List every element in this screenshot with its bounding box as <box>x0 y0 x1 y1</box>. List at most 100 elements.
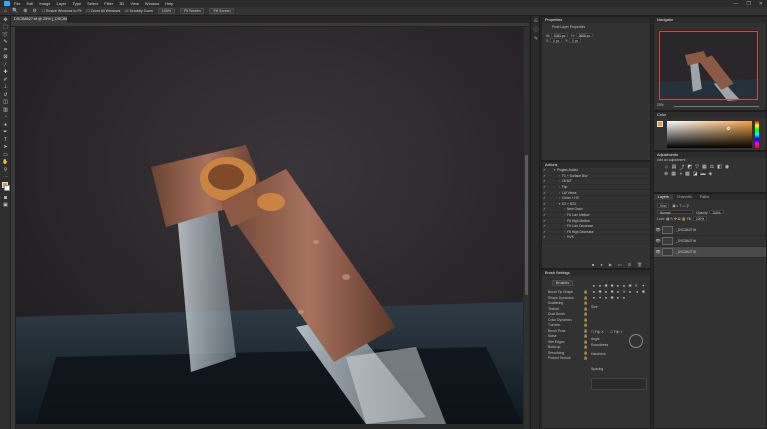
menu-3d[interactable]: 3D <box>119 1 124 6</box>
restore-icon[interactable]: ❐ <box>746 1 750 7</box>
hue-slider[interactable] <box>755 121 759 148</box>
resize-windows-checkbox[interactable]: ☐ Resize Windows to Fit <box>42 9 82 13</box>
action-enabled-check-icon[interactable]: ✓ <box>542 213 547 217</box>
play-icon[interactable]: ▶ <box>609 262 612 267</box>
action-enabled-check-icon[interactable]: ✓ <box>542 191 547 195</box>
layer-kind-filter[interactable]: Kind <box>657 203 670 208</box>
brush-option-item[interactable]: Protect Texture 🔒 <box>548 356 588 362</box>
zoom-tool-icon-left[interactable]: ⚲ <box>0 166 11 174</box>
color-lookup-icon[interactable]: ▦ <box>671 171 676 177</box>
frame-tool-icon[interactable]: ⊠ <box>0 54 11 62</box>
layer-name[interactable]: _DSC8627.tif <box>676 239 696 243</box>
selective-color-icon[interactable]: ◈ <box>708 171 712 177</box>
exposure-icon[interactable]: ◩ <box>687 164 692 171</box>
vibrance-icon[interactable]: ▽ <box>695 164 699 171</box>
new-action-icon[interactable]: ⊞ <box>628 262 631 267</box>
history-brush-tool-icon[interactable]: ↺ <box>0 91 11 99</box>
zoom-tool-icon[interactable]: 🔍 <box>12 8 18 14</box>
canvas-scroll-thumb[interactable] <box>525 155 528 295</box>
menu-edit[interactable]: Edit <box>26 1 33 6</box>
color-picker-marker[interactable] <box>727 127 730 130</box>
brush-tip[interactable]: ● <box>627 288 633 294</box>
navigator-view-box[interactable] <box>659 31 758 100</box>
visibility-eye-icon[interactable]: 👁 <box>654 249 662 254</box>
threshold-icon[interactable]: ◪ <box>693 171 698 177</box>
action-enabled-check-icon[interactable]: ✓ <box>542 207 547 211</box>
action-enabled-check-icon[interactable]: ✓ <box>542 202 547 206</box>
rectangle-tool-icon[interactable]: ▭ <box>0 151 11 159</box>
scrubby-zoom-checkbox[interactable]: ☑ Scrubby Zoom <box>125 9 153 13</box>
photo-filter-icon[interactable]: ◉ <box>725 164 729 171</box>
menu-view[interactable]: View <box>130 1 139 6</box>
brush-panel-icon[interactable]: ✎ <box>531 34 541 43</box>
angle-dial[interactable] <box>629 334 643 348</box>
layer-row[interactable]: 👁 _DSC8627.tif <box>654 236 766 247</box>
stop-icon[interactable]: ■ <box>592 262 594 267</box>
hue-saturation-icon[interactable]: ▦ <box>702 164 707 171</box>
color-balance-icon[interactable]: ⚖ <box>710 164 714 171</box>
zoom-in-icon[interactable]: ⊕ <box>23 8 27 14</box>
color-foreground-swatch[interactable] <box>657 121 663 127</box>
clone-stamp-tool-icon[interactable]: ⊥ <box>0 84 11 92</box>
brush-tip[interactable]: ● <box>621 294 627 300</box>
type-tool-icon[interactable]: T <box>0 136 11 144</box>
menu-filter[interactable]: Filter <box>104 1 113 6</box>
crop-tool-icon[interactable]: ⌗ <box>0 46 11 54</box>
dodge-tool-icon[interactable]: ● <box>0 121 11 129</box>
eraser-tool-icon[interactable]: ◫ <box>0 99 11 107</box>
action-enabled-check-icon[interactable]: ✓ <box>542 179 547 183</box>
flip-x-checkbox[interactable]: ☐ Flip X <box>591 330 604 336</box>
action-enabled-check-icon[interactable]: ✓ <box>542 230 547 234</box>
color-spectrum-field[interactable] <box>667 121 752 148</box>
y-field[interactable]: 0 px <box>569 38 582 43</box>
lasso-tool-icon[interactable]: ➰ <box>0 31 11 39</box>
background-color-swatch[interactable] <box>4 185 10 191</box>
action-enabled-check-icon[interactable]: ✓ <box>542 224 547 228</box>
minimize-icon[interactable]: — <box>733 1 738 7</box>
black-white-icon[interactable]: ◧ <box>717 164 722 171</box>
new-set-icon[interactable]: ▭ <box>618 262 622 267</box>
blend-mode-select[interactable]: Normal <box>657 209 693 215</box>
action-enabled-check-icon[interactable]: ✓ <box>542 219 547 223</box>
hand-tool-icon[interactable]: ✋ <box>0 159 11 167</box>
menu-image[interactable]: Image <box>39 1 50 6</box>
zoom-all-checkbox[interactable]: ☐ Zoom All Windows <box>86 9 120 13</box>
fit-screen-button[interactable]: Fit Screen <box>180 8 205 14</box>
action-row[interactable]: ✓ › HVK <box>542 235 650 241</box>
layer-row[interactable]: 👁 _DSC8627.tif <box>654 246 766 258</box>
action-enabled-check-icon[interactable]: ✓ <box>542 196 547 200</box>
document-tab[interactable]: DSCB8627.tif @ 25% (_DSC8627.tif, RGB/16… <box>11 16 67 23</box>
tab-layers[interactable]: Layers <box>654 194 673 200</box>
brush-tip[interactable]: ✱ <box>640 288 646 294</box>
action-enabled-check-icon[interactable]: ✓ <box>542 168 547 172</box>
lock-icons[interactable]: ▦ ✎ ✥ ⊠ 🔒 <box>666 217 687 221</box>
brushes-button[interactable]: Brushes <box>552 280 574 286</box>
curves-icon[interactable]: ⤴ <box>679 164 684 171</box>
zoom-out-icon[interactable]: ⊖ <box>32 8 36 14</box>
layer-row[interactable]: 👁 _DSC8627.tif <box>654 225 766 236</box>
move-tool-icon[interactable]: ✥ <box>0 16 11 24</box>
screen-mode-icon[interactable]: ▣ <box>0 202 11 210</box>
quick-mask-icon[interactable]: ◙ <box>0 194 11 202</box>
history-panel-icon[interactable]: ⎌ <box>531 16 541 25</box>
layer-name[interactable]: _DSC8627.tif <box>676 228 696 232</box>
document-canvas[interactable] <box>16 27 523 424</box>
home-icon[interactable]: ⌂ <box>4 8 7 14</box>
fill-field[interactable]: 100% <box>692 216 708 221</box>
close-icon[interactable]: ✕ <box>759 1 763 7</box>
action-enabled-check-icon[interactable]: ✓ <box>542 185 547 189</box>
info-panel-icon[interactable]: ⓘ <box>531 25 541 34</box>
x-field[interactable]: 0 px <box>550 38 563 43</box>
delete-action-icon[interactable]: 🗑 <box>637 262 642 267</box>
navigator-zoom[interactable]: 25% <box>657 103 664 109</box>
invert-icon[interactable]: ◑ <box>679 171 682 177</box>
record-icon[interactable]: ● <box>600 262 602 267</box>
healing-tool-icon[interactable]: ✚ <box>0 69 11 77</box>
path-select-tool-icon[interactable]: ➤ <box>0 144 11 152</box>
opacity-field[interactable]: 100% <box>709 209 724 215</box>
action-enabled-check-icon[interactable]: ✓ <box>542 174 547 178</box>
tab-paths[interactable]: Paths <box>696 194 713 200</box>
lock-icon[interactable]: 🔒 <box>584 356 588 362</box>
height-field[interactable]: 3658 px <box>575 32 594 38</box>
pen-tool-icon[interactable]: ✒ <box>0 129 11 137</box>
